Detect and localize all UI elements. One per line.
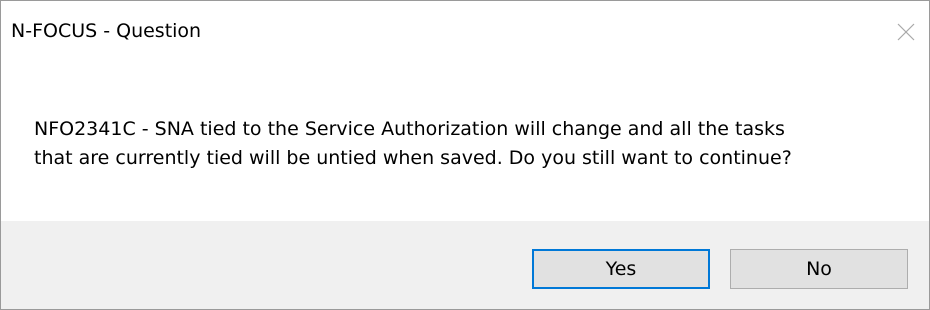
close-button[interactable] — [883, 1, 929, 63]
message-line-1: NFO2341C - SNA tied to the Service Autho… — [34, 118, 785, 140]
question-dialog: N-FOCUS - Question NFO2341C - SNA tied t… — [0, 0, 930, 310]
yes-button[interactable]: Yes — [532, 249, 710, 289]
button-bar: Yes No — [1, 221, 929, 309]
message-line-2: that are currently tied will be untied w… — [34, 147, 792, 169]
dialog-title: N-FOCUS - Question — [11, 20, 202, 42]
no-button[interactable]: No — [730, 249, 908, 289]
close-icon — [897, 23, 915, 41]
title-bar[interactable]: N-FOCUS - Question — [1, 1, 929, 63]
dialog-message: NFO2341C - SNA tied to the Service Autho… — [34, 115, 914, 173]
dialog-content: NFO2341C - SNA tied to the Service Autho… — [1, 63, 929, 221]
